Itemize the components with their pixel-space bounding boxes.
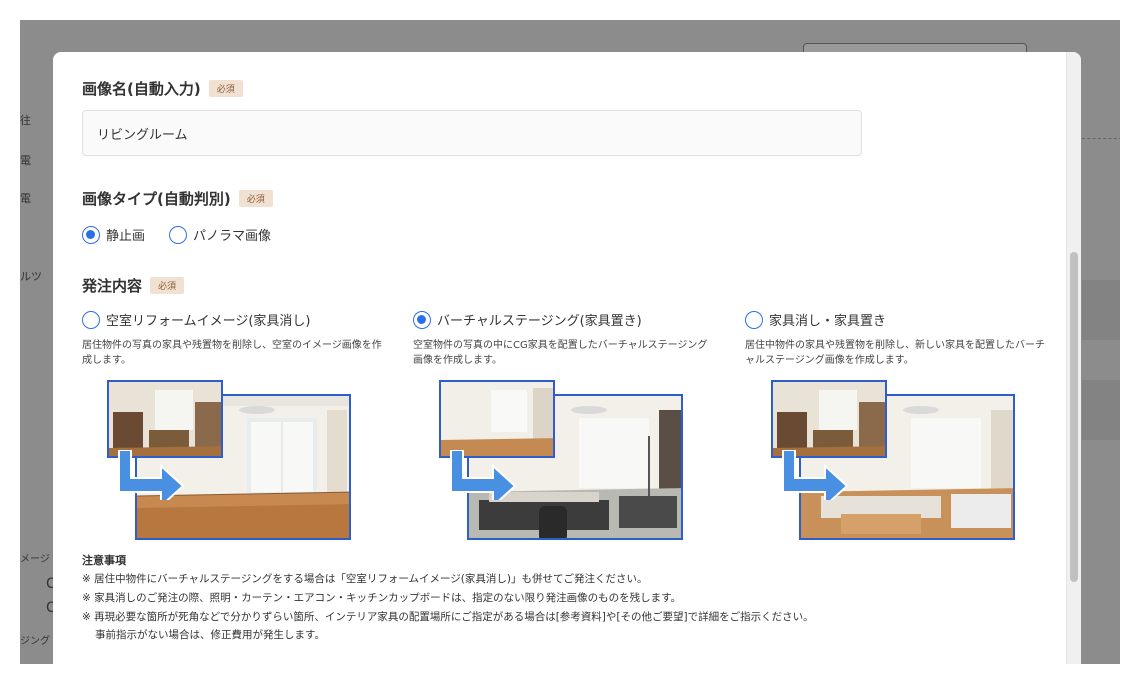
option-label: バーチャルステージング(家具置き) [437,314,642,329]
option-description: 居住中物件の家具や残置物を削除し、新しい家具を配置したバーチャルステージング画像… [745,340,1045,366]
order-modal: 画像名(自動入力) 必須 画像タイプ(自動判別) 必須 静止画 パノラマ画像 発… [53,52,1081,664]
bg-fragment: 往 [20,114,31,127]
required-badge: 必須 [208,80,243,97]
room-before-photo [771,380,887,458]
required-badge: 必須 [238,190,273,207]
illustration-virtual-staging [439,380,687,540]
note-item: ※ 家具消しのご発注の際、照明・カーテン・エアコン・キッチンカップボードは、指定… [82,592,682,604]
radio-button[interactable] [82,310,100,329]
radio-label: 静止画 [106,229,146,244]
image-type-heading: 画像タイプ(自動判別) 必須 [82,188,273,209]
option-virtual-staging[interactable]: バーチャルステージング(家具置き) [413,310,642,329]
radio-button[interactable] [169,225,187,244]
option-label: 家具消し・家具置き [769,314,887,329]
arrow-icon [450,450,517,500]
vacant-room-photo [439,380,555,458]
room-before-photo [107,380,223,458]
radio-button-checked[interactable] [82,225,100,244]
image-name-input[interactable] [82,110,862,156]
note-item: ※ 居住中物件にバーチャルステージングをする場合は「空室リフォームイメージ(家具… [82,573,648,585]
radio-button-checked[interactable] [413,310,431,329]
note-item: ※ 再現必要な箇所が死角などで分かりずらい箇所、インテリア家具の配置場所にご指定… [82,611,814,623]
option-description: 居住物件の写真の家具や残置物を削除し、空室のイメージ画像を作成します。 [82,340,382,366]
scrollbar-thumb[interactable] [1070,252,1078,582]
background-divider [1082,138,1120,139]
background-band [1082,380,1120,440]
radio-still-image[interactable]: 静止画 [82,225,145,244]
modal-scrollbar[interactable] [1066,52,1081,664]
order-content-heading: 発注内容 必須 [82,275,185,296]
bg-fragment: 電 [20,192,31,205]
option-description: 空室物件の写真の中にCG家具を配置したバーチャルステージング画像を作成します。 [413,340,708,366]
option-vacant-reform[interactable]: 空室リフォームイメージ(家具消し) [82,310,311,329]
illustration-vacant-reform [107,380,355,540]
required-badge: 必須 [150,277,185,294]
image-type-label: 画像タイプ(自動判別) [82,190,231,208]
bg-fragment: メージ [20,554,50,565]
arrow-icon [118,450,185,500]
option-label: 空室リフォームイメージ(家具消し) [106,314,311,329]
bg-fragment: 電 [20,154,31,167]
arrow-icon [782,450,849,500]
order-content-label: 発注内容 [82,277,143,295]
note-item: 事前指示がない場合は、修正費用が発生します。 [95,629,325,641]
image-name-heading: 画像名(自動入力) 必須 [82,78,243,99]
image-name-label: 画像名(自動入力) [82,80,201,98]
radio-label: パノラマ画像 [193,229,272,244]
illustration-remove-and-place [771,380,1019,540]
background-band [1082,280,1120,340]
bg-fragment: ルツ [20,270,42,283]
radio-panorama-image[interactable]: パノラマ画像 [169,225,271,244]
bg-fragment: ジング [20,636,50,647]
notes-title: 注意事項 [82,554,126,567]
option-remove-and-place[interactable]: 家具消し・家具置き [745,310,886,329]
radio-button[interactable] [745,310,763,329]
